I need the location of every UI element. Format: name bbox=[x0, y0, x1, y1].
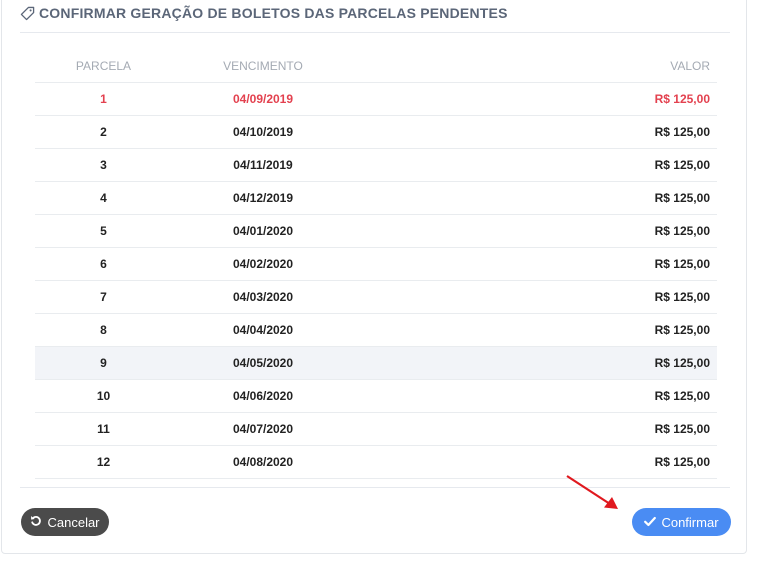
cell-vencimento: 04/07/2020 bbox=[172, 412, 354, 446]
cell-parcela: 9 bbox=[35, 346, 172, 380]
table-header-row: PARCELA VENCIMENTO VALOR bbox=[35, 50, 717, 83]
table-row: 1 04/09/2019 R$ 125,00 bbox=[35, 82, 717, 116]
table-row: 9 04/05/2020 R$ 125,00 bbox=[35, 346, 717, 380]
cell-valor: R$ 125,00 bbox=[354, 412, 717, 446]
cell-valor: R$ 125,00 bbox=[354, 280, 717, 314]
confirm-boletos-modal: CONFIRMAR GERAÇÃO DE BOLETOS DAS PARCELA… bbox=[1, 0, 747, 554]
modal-title: CONFIRMAR GERAÇÃO DE BOLETOS DAS PARCELA… bbox=[39, 5, 508, 21]
cell-parcela: 8 bbox=[35, 313, 172, 347]
cell-parcela: 11 bbox=[35, 412, 172, 446]
check-icon bbox=[644, 515, 657, 530]
undo-icon bbox=[30, 515, 42, 530]
cell-valor: R$ 125,00 bbox=[354, 181, 717, 215]
cell-parcela: 3 bbox=[35, 148, 172, 182]
cell-valor: R$ 125,00 bbox=[354, 379, 717, 413]
modal-header: CONFIRMAR GERAÇÃO DE BOLETOS DAS PARCELA… bbox=[20, 5, 508, 21]
cell-valor: R$ 125,00 bbox=[354, 313, 717, 347]
table-row: 5 04/01/2020 R$ 125,00 bbox=[35, 214, 717, 248]
cell-vencimento: 04/04/2020 bbox=[172, 313, 354, 347]
cell-parcela: 7 bbox=[35, 280, 172, 314]
cell-parcela: 1 bbox=[35, 82, 172, 116]
footer-divider bbox=[20, 487, 730, 488]
cell-valor: R$ 125,00 bbox=[354, 115, 717, 149]
cell-parcela: 12 bbox=[35, 445, 172, 479]
cell-vencimento: 04/08/2020 bbox=[172, 445, 354, 479]
cell-valor: R$ 125,00 bbox=[354, 247, 717, 281]
cell-parcela: 4 bbox=[35, 181, 172, 215]
cancel-button-label: Cancelar bbox=[47, 514, 100, 530]
table-row: 11 04/07/2020 R$ 125,00 bbox=[35, 412, 717, 446]
red-arrow-icon bbox=[566, 475, 618, 509]
column-header-parcela: PARCELA bbox=[35, 50, 172, 83]
cancel-button[interactable]: Cancelar bbox=[21, 508, 109, 536]
table-row: 8 04/04/2020 R$ 125,00 bbox=[35, 313, 717, 347]
cell-parcela: 2 bbox=[35, 115, 172, 149]
cell-vencimento: 04/05/2020 bbox=[172, 346, 354, 380]
header-divider bbox=[20, 32, 730, 33]
cell-vencimento: 04/11/2019 bbox=[172, 148, 354, 182]
cell-vencimento: 04/10/2019 bbox=[172, 115, 354, 149]
cell-valor: R$ 125,00 bbox=[354, 346, 717, 380]
cell-vencimento: 04/02/2020 bbox=[172, 247, 354, 281]
cell-valor: R$ 125,00 bbox=[354, 445, 717, 479]
confirm-button[interactable]: Confirmar bbox=[632, 508, 731, 536]
tag-icon bbox=[20, 6, 35, 21]
cell-parcela: 6 bbox=[35, 247, 172, 281]
cell-parcela: 10 bbox=[35, 379, 172, 413]
cell-vencimento: 04/09/2019 bbox=[172, 82, 354, 116]
table-row: 3 04/11/2019 R$ 125,00 bbox=[35, 148, 717, 182]
cell-parcela: 5 bbox=[35, 214, 172, 248]
cell-valor: R$ 125,00 bbox=[354, 82, 717, 116]
cell-valor: R$ 125,00 bbox=[354, 214, 717, 248]
table-row: 2 04/10/2019 R$ 125,00 bbox=[35, 115, 717, 149]
column-header-vencimento: VENCIMENTO bbox=[172, 50, 354, 83]
cell-vencimento: 04/03/2020 bbox=[172, 280, 354, 314]
installments-table: PARCELA VENCIMENTO VALOR 1 04/09/2019 R$ 1… bbox=[35, 50, 717, 479]
table-row: 7 04/03/2020 R$ 125,00 bbox=[35, 280, 717, 314]
table-row: 10 04/06/2020 R$ 125,00 bbox=[35, 379, 717, 413]
table-row: 4 04/12/2019 R$ 125,00 bbox=[35, 181, 717, 215]
cell-vencimento: 04/06/2020 bbox=[172, 379, 354, 413]
table-row: 6 04/02/2020 R$ 125,00 bbox=[35, 247, 717, 281]
column-header-valor: VALOR bbox=[354, 50, 717, 83]
cell-vencimento: 04/12/2019 bbox=[172, 181, 354, 215]
confirm-button-label: Confirmar bbox=[661, 514, 719, 530]
cell-valor: R$ 125,00 bbox=[354, 148, 717, 182]
cell-vencimento: 04/01/2020 bbox=[172, 214, 354, 248]
